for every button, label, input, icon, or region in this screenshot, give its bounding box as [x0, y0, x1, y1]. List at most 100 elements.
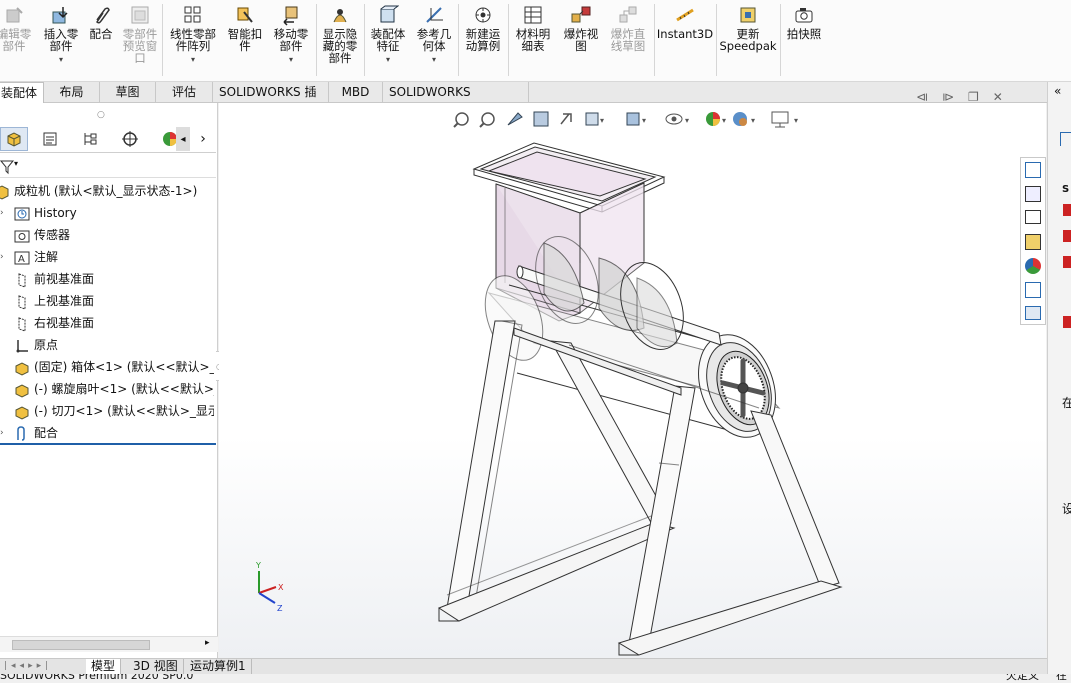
tree-item-label: 右视基准面	[34, 316, 95, 330]
home-icon[interactable]	[1025, 162, 1041, 178]
property-manager-tab[interactable]	[36, 127, 64, 151]
resource-icon[interactable]	[1063, 256, 1071, 268]
scroll-thumb[interactable]	[12, 640, 150, 650]
collapse-pane-icon[interactable]: «	[1054, 84, 1061, 98]
rollback-bar[interactable]	[0, 443, 216, 445]
tree-root[interactable]: 成粒机 (默认<默认_显示状态-1>)	[0, 181, 197, 201]
filter-bar[interactable]: ▾	[0, 156, 216, 178]
previous-view-icon[interactable]: ⧏	[916, 90, 942, 104]
chevron-down-icon[interactable]: ▾	[432, 54, 436, 66]
tree-item-sensors[interactable]: 传感器	[14, 225, 70, 245]
tree-item-label: 前视基准面	[34, 272, 95, 286]
component-preview-label: 零部件 预览窗 口	[122, 27, 158, 65]
expand-icon[interactable]: ›	[0, 247, 4, 267]
resource-icon[interactable]	[1063, 230, 1071, 242]
linear-pattern-icon	[182, 4, 204, 26]
exploded-view-button[interactable]: 爆炸视 图	[558, 4, 604, 52]
next-view-icon[interactable]: ⧐	[942, 90, 968, 104]
design-library-icon[interactable]	[1025, 234, 1041, 250]
resource-icon[interactable]	[1063, 316, 1071, 328]
forum-icon[interactable]	[1025, 306, 1041, 320]
tree-item-cutter[interactable]: › (-) 切刀<1> (默认<<默认>_显示	[14, 401, 214, 421]
tree-item-label: (固定) 箱体<1> (默认<<默认>_显	[34, 360, 214, 374]
tab-model[interactable]: 模型	[86, 659, 122, 675]
svg-text:▾: ▾	[642, 116, 646, 125]
tab-3d-view[interactable]: 3D 视图	[128, 659, 184, 675]
horizontal-scrollbar[interactable]: ▸	[0, 636, 218, 652]
expand-icon[interactable]: ›	[0, 203, 4, 223]
part-icon	[14, 404, 30, 420]
tab-motion-study[interactable]: 运动算例1	[185, 659, 252, 675]
heads-up-toolbar[interactable]: ▾ ▾ ▾ ▾ ▾ ▾	[453, 111, 798, 128]
restore-icon[interactable]: ❐	[968, 90, 993, 104]
tab-evaluate[interactable]: 评估	[156, 82, 213, 103]
chevron-down-icon[interactable]: ▾	[386, 54, 390, 66]
tree-item-right-plane[interactable]: 右视基准面	[14, 313, 94, 333]
tab-mbd[interactable]: MBD	[329, 82, 383, 103]
edit-part-button[interactable]: 编辑零 部件	[0, 4, 36, 52]
expand-icon[interactable]: ›	[0, 423, 4, 443]
tree-item-mates[interactable]: › 配合	[0, 423, 58, 443]
explode-line-sketch-button[interactable]: 爆炸直 线草图	[604, 4, 652, 52]
smart-fastener-button[interactable]: 智能扣 件	[224, 4, 266, 52]
paperclip-icon	[90, 4, 112, 26]
move-component-button[interactable]: 移动零 部件 ▾	[270, 4, 312, 66]
bom-button[interactable]: 材料明 细表	[510, 4, 556, 52]
tree-item-history[interactable]: › History	[0, 203, 77, 223]
chevron-down-icon[interactable]: ▾	[59, 54, 63, 66]
chevron-down-icon[interactable]: ▾	[289, 54, 293, 66]
tree-item-housing[interactable]: › (固定) 箱体<1> (默认<<默认>_显	[14, 357, 214, 377]
tab-assembly[interactable]: 装配体	[0, 82, 44, 104]
home-icon[interactable]	[1060, 132, 1071, 146]
folder-icon[interactable]	[1025, 210, 1041, 224]
table-icon	[522, 4, 544, 26]
scroll-right-icon[interactable]: ▸	[205, 638, 210, 648]
bottom-tab-bar: |◂◂▸▸| 模型 3D 视图 运动算例1	[0, 658, 1047, 675]
chevron-left-icon[interactable]: ◂	[176, 127, 190, 151]
chevron-down-icon[interactable]: ▾	[191, 54, 195, 66]
linear-pattern-button[interactable]: 线性零部 件阵列 ▾	[166, 4, 220, 66]
tree-item-top-plane[interactable]: 上视基准面	[14, 291, 94, 311]
chevron-down-icon[interactable]: ▾	[14, 159, 18, 168]
tab-sketch[interactable]: 草图	[100, 82, 156, 103]
part-icon	[14, 360, 30, 376]
chevron-right-icon[interactable]: ›	[194, 127, 212, 151]
3d-part-icon[interactable]	[1025, 186, 1041, 202]
appearance-icon[interactable]	[1025, 258, 1041, 274]
resource-icon[interactable]	[1063, 204, 1071, 216]
speedpak-icon	[737, 4, 759, 26]
graphics-area[interactable]: ▾ ▾ ▾ ▾ ▾ ▾ Y X Z	[219, 103, 1046, 658]
tree-item-origin[interactable]: 原点	[14, 335, 58, 355]
solidworks-window: 编辑零 部件 插入零 部件 ▾ 配合 零部件 预览窗 口 线性零部 件阵列 ▾ …	[0, 0, 1071, 683]
reference-geometry-button[interactable]: 参考几 何体 ▾	[412, 4, 456, 66]
instant3d-button[interactable]: Instant3D	[656, 4, 714, 40]
view-triad: Y X Z	[255, 561, 284, 613]
feature-manager-tab[interactable]	[0, 127, 28, 151]
tab-solidworks-addins[interactable]: SOLIDWORKS 插件	[213, 82, 329, 119]
show-hidden-components-button[interactable]: 显示隐 藏的零 部件	[318, 4, 362, 64]
snapshot-button[interactable]: 拍快照	[782, 4, 826, 40]
assembly-feature-button[interactable]: 装配体 特征 ▾	[366, 4, 410, 66]
tab-layout[interactable]: 布局	[44, 82, 100, 103]
tab-scroll-arrows[interactable]: |◂◂▸▸|	[4, 661, 52, 671]
mate-button[interactable]: 配合	[86, 4, 116, 40]
tree-item-screw-blade[interactable]: › (-) 螺旋扇叶<1> (默认<<默认>_	[14, 379, 214, 399]
dimxpert-tab[interactable]	[116, 127, 144, 151]
custom-properties-icon[interactable]	[1025, 282, 1041, 298]
assembly-feature-icon	[377, 4, 400, 26]
tree-item-annotations[interactable]: › A 注解	[0, 247, 58, 267]
tab-inspection[interactable]: SOLIDWORKS Inspection	[383, 82, 529, 119]
camera-icon	[793, 4, 815, 26]
svg-text:▾: ▾	[794, 116, 798, 125]
new-motion-study-button[interactable]: 新建运 动算例	[460, 4, 506, 52]
update-speedpak-button[interactable]: 更新 Speedpak	[718, 4, 778, 52]
insert-part-button[interactable]: 插入零 部件 ▾	[40, 4, 82, 66]
drag-handle[interactable]: ○	[97, 110, 105, 120]
tree-item-front-plane[interactable]: 前视基准面	[14, 269, 94, 289]
component-preview-button[interactable]: 零部件 预览窗 口	[118, 4, 162, 64]
explode-line-icon	[617, 4, 639, 26]
close-icon[interactable]: ✕	[993, 90, 1017, 104]
configuration-manager-tab[interactable]	[76, 127, 104, 151]
annotation-icon: A	[14, 250, 30, 266]
triad-y-label: Y	[255, 561, 261, 570]
